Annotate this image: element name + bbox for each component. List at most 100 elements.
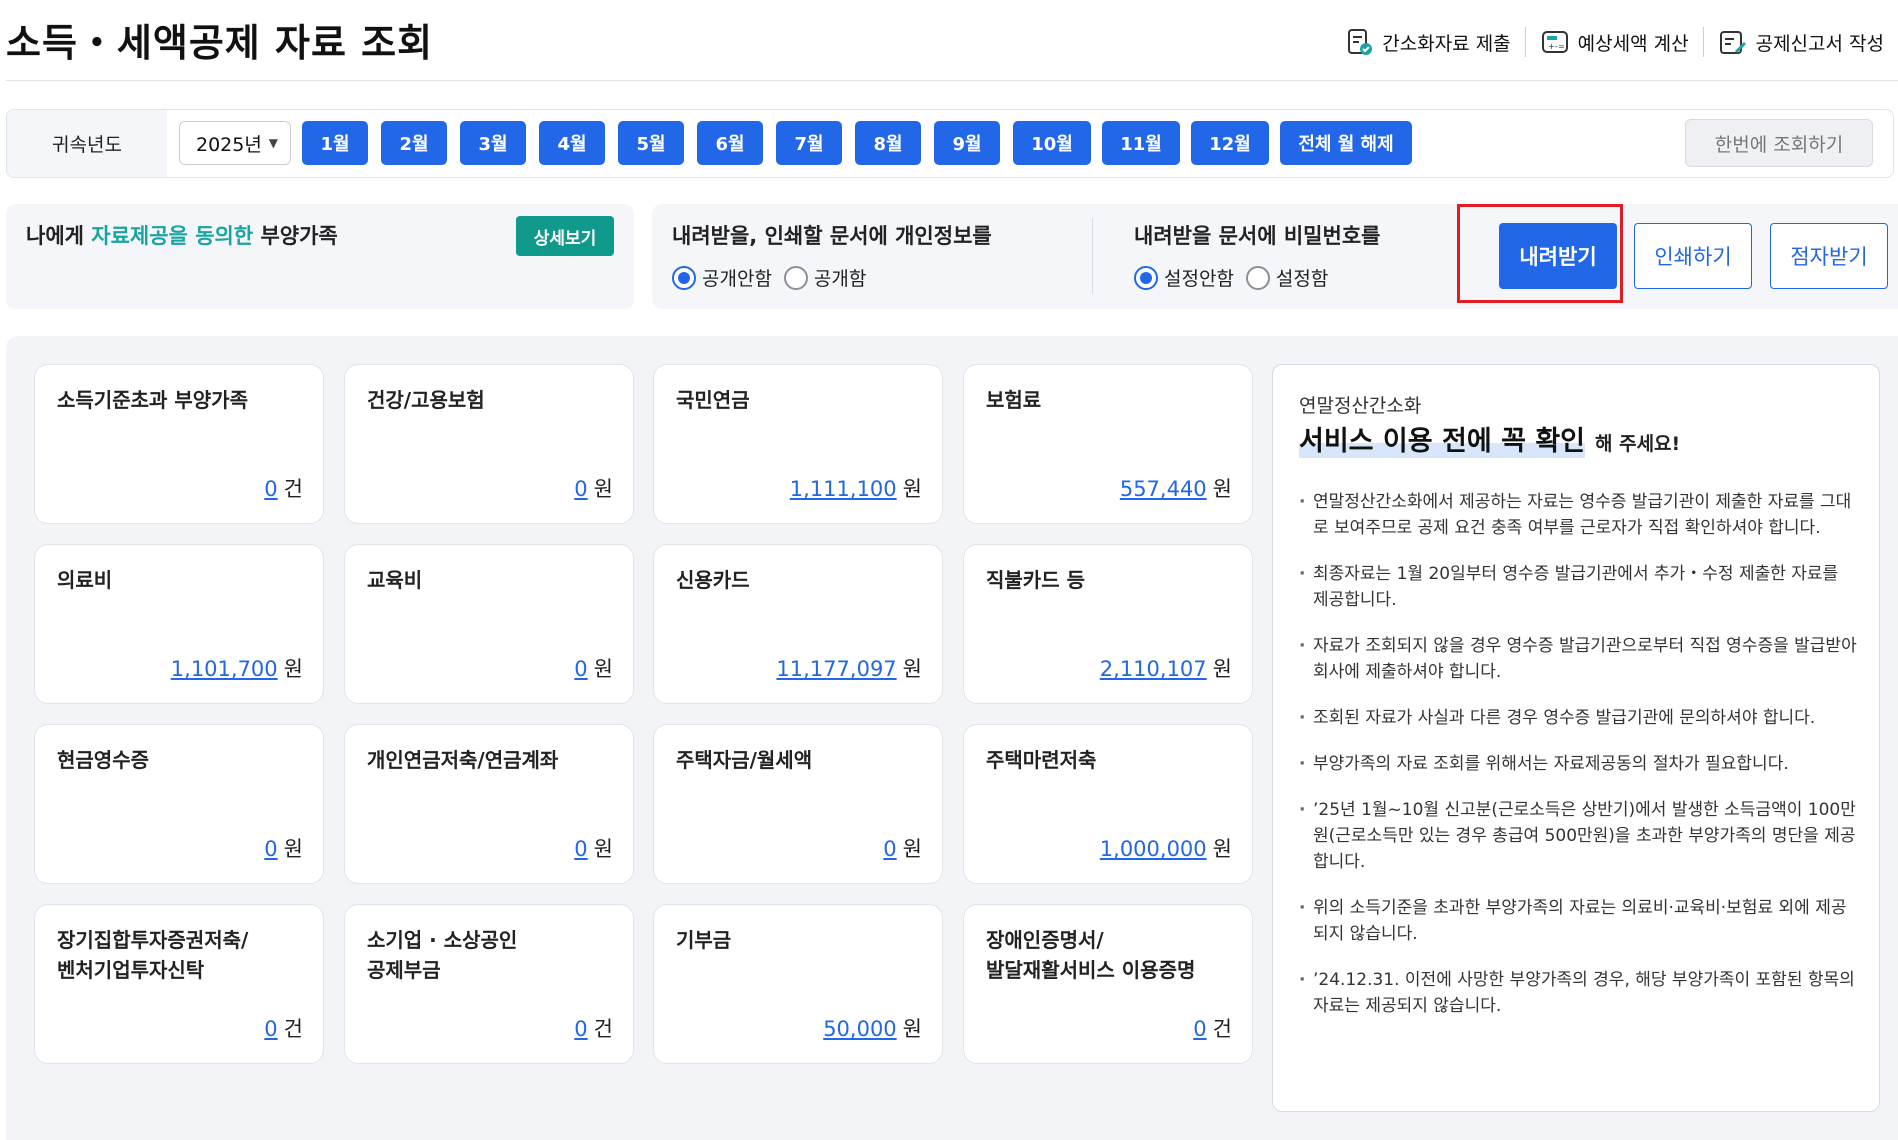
calculator-icon: +- = (1541, 31, 1568, 53)
card-title: 보험료 (986, 388, 1042, 412)
pencil-document-icon (1719, 31, 1746, 54)
card-value: 11,177,097 원 (776, 653, 922, 683)
card-title: 소득기준초과 부양가족 (57, 388, 248, 412)
consent-suffix: 부양가족 (253, 224, 338, 248)
card-unit: 원 (902, 837, 922, 861)
month-button-11[interactable]: 11월 (1102, 121, 1180, 165)
radio-label: 공개함 (813, 268, 867, 290)
card-title: 직불카드 등 (986, 568, 1085, 592)
download-button[interactable]: 내려받기 (1499, 223, 1617, 289)
card-value: 0원 (574, 653, 613, 683)
card-amount-link[interactable]: 1,000,000 (1100, 837, 1207, 861)
card-amount-link[interactable]: 0 (574, 837, 587, 861)
notice-item: ’25년 1월~10월 신고분(근로소득은 상반기)에서 발생한 소득금액이 1… (1299, 797, 1859, 875)
deduction-card: 소기업 · 소상공인 공제부금 0 건 (344, 904, 634, 1064)
card-amount-link[interactable]: 50,000 (823, 1017, 896, 1041)
notice-item: ’24.12.31. 이전에 사망한 부양가족의 경우, 해당 부양가족이 포함… (1299, 967, 1859, 1019)
card-amount-link[interactable]: 0 (264, 1017, 277, 1041)
card-unit: 원 (902, 477, 922, 501)
card-amount-link[interactable]: 0 (574, 657, 587, 681)
deduction-card: 국민연금 1,111,100 원 (653, 364, 943, 524)
year-month-bar: 귀속년도 2025년 ▼ 1월 2월 3월 4월 5월 6월 7월 8월 9월 … (6, 109, 1894, 178)
submit-simplified-data-link[interactable]: 간소화자료 제출 (1330, 27, 1524, 57)
card-title: 주택마련저축 (986, 748, 1097, 772)
radio-label: 공개안함 (702, 268, 772, 290)
deduction-card: 보험료 557,440 원 (963, 364, 1253, 524)
card-value: 1,111,100 원 (790, 473, 922, 503)
year-select[interactable]: 2025년 ▼ (179, 121, 291, 165)
month-button-6[interactable]: 6월 (697, 121, 763, 165)
deduction-card: 교육비 0 원 (344, 544, 634, 704)
notice-item: 조회된 자료가 사실과 다른 경우 영수증 발급기관에 문의하셔야 합니다. (1299, 705, 1859, 731)
month-button-2[interactable]: 2월 (381, 121, 447, 165)
notice-heading: 서비스 이용 전에 꼭 확인 해 주세요! (1299, 419, 1680, 458)
month-button-10[interactable]: 10월 (1013, 121, 1091, 165)
detail-view-button[interactable]: 상세보기 (516, 216, 614, 256)
card-amount-link[interactable]: 0 (574, 477, 587, 501)
estimate-tax-link[interactable]: +- = 예상세액 계산 (1524, 27, 1703, 57)
card-title: 장애인증명서/ 발달재활서비스 이용증명 (986, 928, 1196, 982)
clear-all-months-button[interactable]: 전체 월 해제 (1280, 121, 1412, 165)
card-amount-link[interactable]: 2,110,107 (1100, 657, 1207, 681)
card-amount-link[interactable]: 0 (264, 837, 277, 861)
password-none-radio[interactable]: 설정안함 (1134, 264, 1234, 291)
card-amount-link[interactable]: 0 (883, 837, 896, 861)
radio-dot (1134, 265, 1158, 290)
deduction-card: 신용카드 11,177,097 원 (653, 544, 943, 704)
month-button-5[interactable]: 5월 (618, 121, 684, 165)
notice-item: 자료가 조회되지 않을 경우 영수증 발급기관으로부터 직접 영수증을 발급받아… (1299, 633, 1859, 685)
privacy-hide-radio[interactable]: 공개안함 (672, 264, 772, 291)
svg-text:+-: +- (1548, 42, 1558, 51)
card-amount-link[interactable]: 11,177,097 (776, 657, 896, 681)
card-title: 신용카드 (676, 568, 750, 592)
card-amount-link[interactable]: 0 (1193, 1017, 1206, 1041)
notice-item: 부양가족의 자료 조회를 위해서는 자료제공동의 절차가 필요합니다. (1299, 751, 1859, 777)
service-notice-panel: 연말정산간소화 서비스 이용 전에 꼭 확인 해 주세요! 연말정산간소화에서 … (1272, 364, 1880, 1112)
card-title: 교육비 (367, 568, 423, 592)
top-link-label: 공제신고서 작성 (1755, 32, 1884, 55)
card-unit: 건 (283, 1017, 303, 1041)
query-all-button[interactable]: 한번에 조회하기 (1685, 119, 1873, 167)
card-value: 0원 (574, 833, 613, 863)
card-title: 건강/고용보험 (367, 388, 485, 412)
card-amount-link[interactable]: 0 (264, 477, 277, 501)
password-set-radio[interactable]: 설정함 (1245, 264, 1328, 291)
month-button-8[interactable]: 8월 (855, 121, 921, 165)
month-button-7[interactable]: 7월 (776, 121, 842, 165)
privacy-show-radio[interactable]: 공개함 (783, 264, 867, 291)
card-unit: 원 (1212, 657, 1232, 681)
year-select-value: 2025년 (196, 133, 262, 156)
notice-heading-suffix: 해 주세요! (1595, 433, 1681, 455)
document-check-icon (1348, 29, 1373, 55)
card-amount-link[interactable]: 0 (574, 1017, 587, 1041)
card-amount-link[interactable]: 557,440 (1120, 477, 1207, 501)
notice-subtitle: 연말정산간소화 (1299, 395, 1422, 417)
top-link-label: 간소화자료 제출 (1382, 32, 1511, 55)
print-button[interactable]: 인쇄하기 (1634, 223, 1752, 289)
card-unit: 건 (283, 477, 303, 501)
deduction-card: 장애인증명서/ 발달재활서비스 이용증명 0 건 (963, 904, 1253, 1064)
card-amount-link[interactable]: 1,111,100 (790, 477, 897, 501)
top-link-label: 예상세액 계산 (1577, 32, 1689, 55)
card-unit: 원 (283, 657, 303, 681)
month-button-12[interactable]: 12월 (1191, 121, 1269, 165)
card-unit: 원 (902, 657, 922, 681)
write-deduction-form-link[interactable]: 공제신고서 작성 (1702, 27, 1898, 57)
svg-text:=: = (1558, 42, 1565, 51)
privacy-option-title: 내려받을, 인쇄할 문서에 개인정보를 (672, 224, 992, 248)
month-button-4[interactable]: 4월 (539, 121, 605, 165)
deduction-card: 개인연금저축/연금계좌 0 원 (344, 724, 634, 884)
card-unit: 원 (593, 837, 613, 861)
braille-button[interactable]: 점자받기 (1770, 223, 1888, 289)
deduction-card: 의료비 1,101,700 원 (34, 544, 324, 704)
consent-text: 나에게 자료제공을 동의한 부양가족 (26, 220, 338, 250)
month-button-1[interactable]: 1월 (302, 121, 368, 165)
month-button-3[interactable]: 3월 (460, 121, 526, 165)
radio-dot (783, 265, 808, 290)
card-amount-link[interactable]: 1,101,700 (171, 657, 278, 681)
card-title: 기부금 (676, 928, 732, 952)
month-button-9[interactable]: 9월 (934, 121, 1000, 165)
notice-item: 연말정산간소화에서 제공하는 자료는 영수증 발급기관이 제출한 자료를 그대로… (1299, 489, 1859, 541)
card-value: 557,440 원 (1120, 473, 1232, 503)
card-value: 0건 (1193, 1013, 1232, 1043)
